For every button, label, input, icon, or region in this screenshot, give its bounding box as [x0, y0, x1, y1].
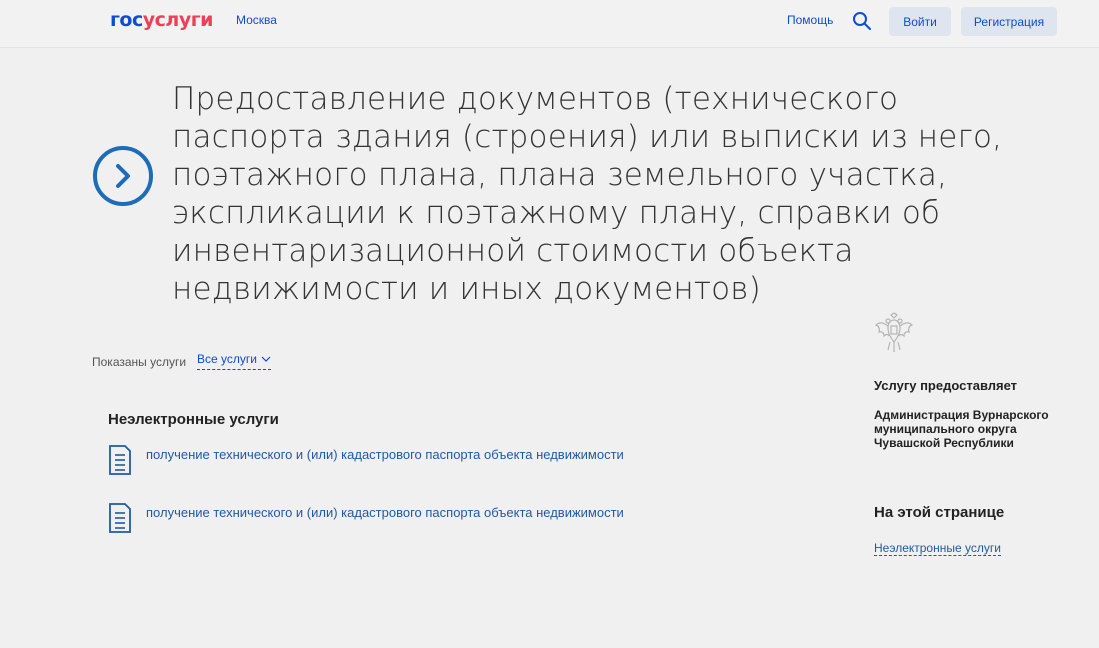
chevron-right-circle-icon[interactable]	[92, 145, 154, 207]
city-selector[interactable]: Москва	[236, 13, 277, 27]
gosuslugi-logo[interactable]: госуслуги	[110, 9, 213, 31]
on-page-link-nonelectronic[interactable]: Неэлектронные услуги	[874, 541, 1001, 556]
logo-part-uslugi: услуги	[142, 9, 214, 31]
filter-selected-value: Все услуги	[197, 352, 257, 366]
search-icon[interactable]	[852, 11, 872, 31]
provider-label: Услугу предоставляет	[874, 378, 1018, 393]
list-item: получение технического и (или) кадастров…	[108, 445, 624, 475]
on-page-title: На этой странице	[874, 504, 1005, 521]
logo-part-gos: гос	[110, 9, 143, 31]
header: госуслуги Москва Помощь Войти Регистраци…	[0, 0, 1099, 48]
section-title-nonelectronic: Неэлектронные услуги	[108, 411, 279, 428]
document-icon	[109, 445, 131, 475]
service-link[interactable]: получение технического и (или) кадастров…	[146, 505, 624, 520]
page-title: Предоставление документов (технического …	[172, 81, 1003, 307]
service-link[interactable]: получение технического и (или) кадастров…	[146, 447, 624, 462]
provider-name: Администрация Вурнарского муниципального…	[874, 408, 1049, 450]
filter-label: Показаны услуги	[92, 355, 187, 369]
help-link[interactable]: Помощь	[787, 13, 833, 27]
chevron-down-icon	[261, 356, 271, 362]
register-button[interactable]: Регистрация	[961, 7, 1057, 36]
document-icon	[109, 503, 131, 533]
list-item: получение технического и (или) кадастров…	[108, 503, 624, 533]
login-button[interactable]: Войти	[889, 7, 951, 36]
coat-of-arms-icon	[874, 312, 914, 352]
services-filter-dropdown[interactable]: Все услуги	[197, 352, 271, 370]
